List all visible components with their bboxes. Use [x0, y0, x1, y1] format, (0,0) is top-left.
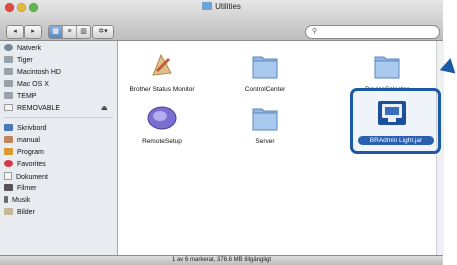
file-label: RemoteSetup: [142, 138, 182, 145]
hard-drive-icon: [4, 92, 13, 99]
folder-icon: [252, 56, 278, 79]
pictures-icon: [4, 208, 13, 215]
file-item[interactable]: Server: [230, 103, 300, 145]
sidebar-item-label: manual: [17, 137, 40, 144]
removable-drive-icon: [4, 104, 13, 111]
file-label: Server: [255, 138, 275, 145]
search-icon: ⚲: [312, 28, 318, 35]
folder-icon: [202, 2, 213, 10]
sidebar-item-macintosh-hd[interactable]: Macintosh HD: [4, 68, 61, 78]
sidebar-item-filmer[interactable]: Filmer: [4, 184, 36, 194]
sidebar-item-natverk[interactable]: Natverk: [4, 44, 41, 54]
sidebar-item-label: Favorites: [17, 161, 46, 168]
sidebar-item-label: Skrivbord: [17, 125, 47, 132]
file-label: Brother Status Monitor: [129, 86, 195, 93]
search-input[interactable]: [322, 27, 432, 37]
icon-view-button[interactable]: ▦: [49, 26, 63, 38]
sidebar-item-bilder[interactable]: Bilder: [4, 208, 35, 218]
view-switcher[interactable]: ▦ ≡ ▥: [48, 25, 91, 39]
forward-button[interactable]: ▸: [24, 25, 42, 39]
sidebar-item-mac-os-x[interactable]: Mac OS X: [4, 80, 49, 90]
application-icon: [147, 106, 177, 130]
sidebar-item-favorites[interactable]: Favorites: [4, 160, 46, 170]
sidebar: Natverk Tiger Macintosh HD Mac OS X TEMP…: [0, 41, 118, 255]
movie-icon: [4, 184, 13, 191]
file-item[interactable]: Brother Status Monitor: [118, 51, 206, 93]
desktop-icon: [4, 124, 13, 131]
title-bar: Utilities ◂ ▸ ▦ ≡ ▥ ✲▾ ⚲: [0, 0, 443, 41]
hard-drive-icon: [4, 68, 13, 75]
sidebar-item-musik[interactable]: Musik: [4, 196, 30, 206]
sidebar-item-program[interactable]: Program: [4, 148, 44, 158]
sidebar-item-label: Natverk: [17, 45, 42, 52]
folder-icon: [374, 56, 400, 79]
sidebar-divider: [4, 117, 113, 118]
window-title-text: Utilities: [215, 2, 241, 11]
hard-drive-icon: [4, 56, 13, 63]
network-icon: [4, 44, 13, 51]
file-item[interactable]: RemoteSetup: [118, 103, 206, 145]
sidebar-item-label: Mac OS X: [17, 81, 49, 88]
folder-icon: [252, 108, 278, 131]
list-view-button[interactable]: ≡: [63, 26, 77, 38]
sidebar-item-manual[interactable]: manual: [4, 136, 40, 146]
window-title: Utilities: [0, 2, 443, 11]
applications-icon: [4, 148, 13, 155]
sidebar-item-skrivbord[interactable]: Skrivbord: [4, 124, 47, 134]
sidebar-item-label: Bilder: [17, 209, 35, 216]
eject-icon[interactable]: ⏏: [101, 104, 108, 112]
file-item[interactable]: DeviceSelector: [342, 51, 432, 93]
action-menu-button[interactable]: ✲▾: [92, 25, 114, 39]
heart-icon: [4, 160, 13, 167]
file-label: ControlCenter: [244, 86, 286, 93]
sidebar-item-label: Musik: [12, 197, 31, 204]
back-button[interactable]: ◂: [6, 25, 24, 39]
sidebar-item-tiger[interactable]: Tiger: [4, 56, 33, 66]
sidebar-item-label: Filmer: [17, 185, 37, 192]
sidebar-item-label: Program: [17, 149, 44, 156]
java-jar-icon[interactable]: [378, 101, 406, 125]
search-field[interactable]: ⚲: [305, 25, 440, 39]
music-icon: [4, 196, 8, 203]
sidebar-item-dokument[interactable]: Dokument: [4, 172, 48, 182]
sidebar-item-label: Dokument: [16, 174, 48, 181]
selected-file-label[interactable]: BRAdmin Light.jar: [358, 136, 434, 145]
sidebar-item-removable[interactable]: REMOVABLE: [4, 104, 60, 114]
column-view-button[interactable]: ▥: [77, 26, 90, 38]
sidebar-item-label: Macintosh HD: [17, 69, 61, 76]
application-icon: [152, 53, 172, 76]
home-icon: [4, 136, 13, 143]
sidebar-item-label: Tiger: [17, 57, 33, 64]
sidebar-item-label: TEMP: [17, 93, 37, 100]
document-icon: [4, 172, 12, 180]
sidebar-item-temp[interactable]: TEMP: [4, 92, 36, 102]
sidebar-item-label: REMOVABLE: [17, 105, 61, 112]
hard-drive-icon: [4, 80, 13, 87]
file-item[interactable]: ControlCenter: [230, 51, 300, 93]
